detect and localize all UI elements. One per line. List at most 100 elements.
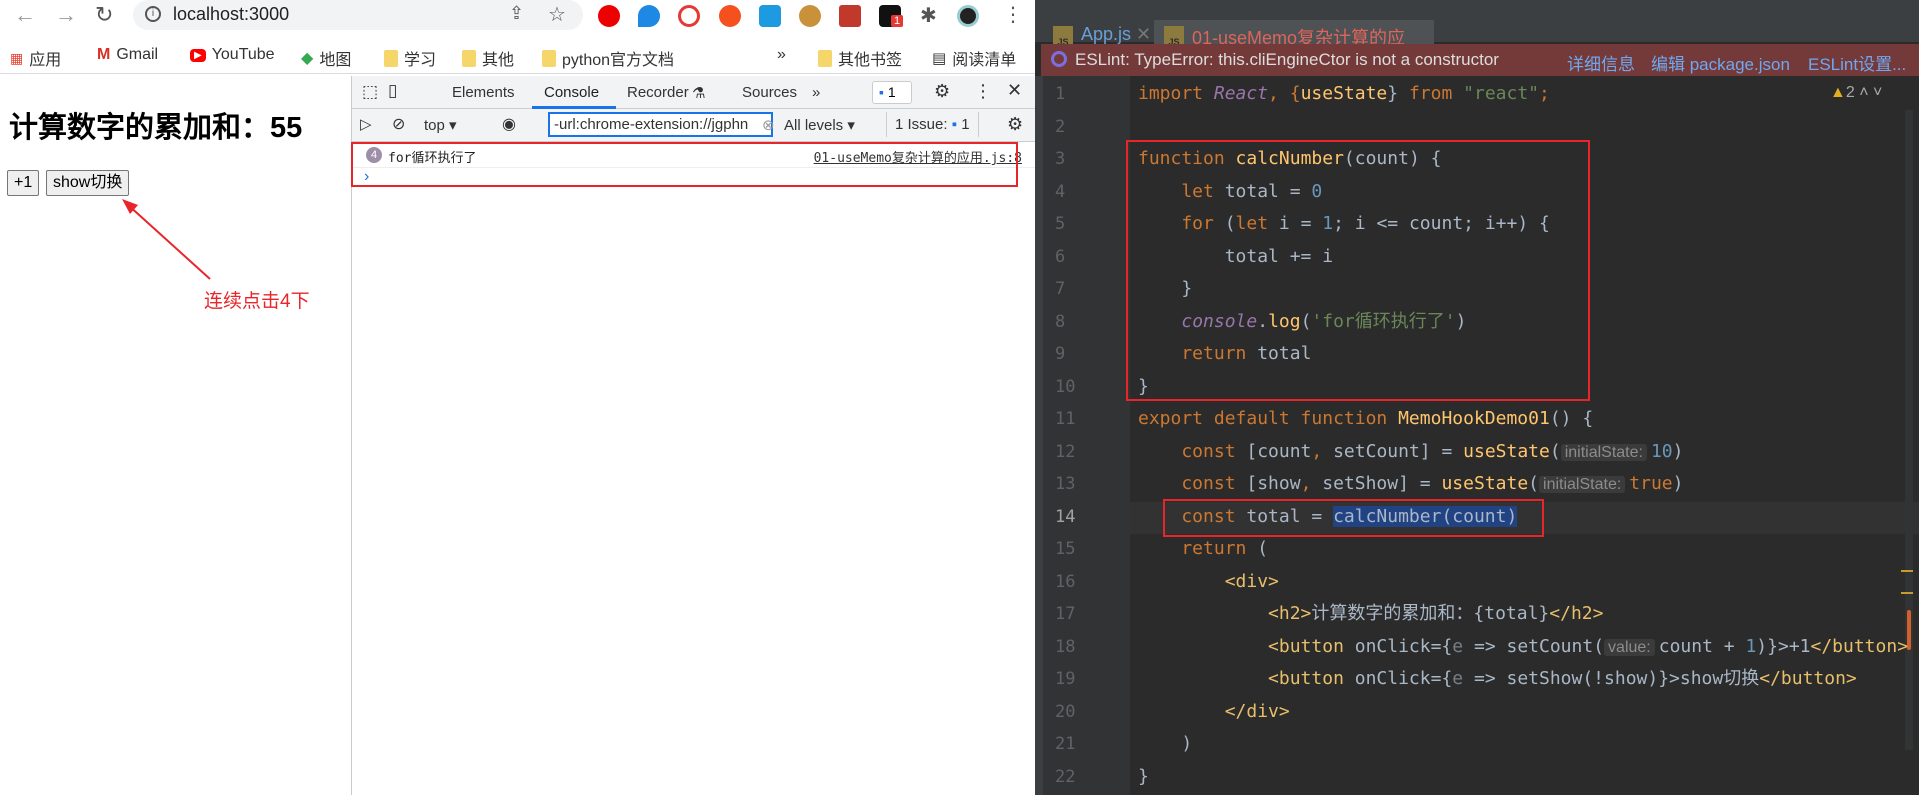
context-selector[interactable]: top ▾ [424, 116, 457, 134]
back-icon[interactable]: ← [14, 2, 36, 28]
line-number: 3 [1055, 149, 1066, 169]
code-token: i = [1278, 213, 1323, 234]
inlay-hint: initialState: [1539, 476, 1626, 493]
bookmark-maps[interactable]: ◆ 地图 [301, 46, 351, 70]
code-line[interactable]: } [1138, 761, 1149, 793]
extension-icon-hex[interactable] [759, 5, 781, 27]
messages-count: 1 [887, 84, 896, 100]
code-token: ) [1672, 440, 1684, 462]
sidebar-toggle-icon[interactable]: ▷ [360, 115, 372, 133]
settings-gear-icon[interactable]: ⚙ [934, 81, 950, 102]
code-line[interactable]: return ( [1138, 533, 1268, 565]
warnings-indicator[interactable]: ▲2 ˄ ˅ [1830, 84, 1882, 102]
increment-button[interactable]: +1 [7, 170, 40, 196]
bookmark-folder-other[interactable]: 其他 [462, 46, 514, 70]
code-token: </button> [1810, 635, 1909, 657]
extension-icon-pin[interactable] [638, 5, 660, 27]
puzzle-icon[interactable]: ✱ [920, 3, 937, 28]
issues-button[interactable]: 1 Issue: ▪ 1 [886, 112, 979, 137]
code-line[interactable]: import React, {useState} from "react"; [1138, 78, 1550, 110]
code-line[interactable]: function calcNumber(count) { [1138, 143, 1441, 175]
bookmark-label: YouTube [211, 46, 275, 63]
bookmark-youtube[interactable]: ▶ YouTube [190, 46, 275, 64]
inspect-element-icon[interactable]: ⬚ [362, 82, 378, 102]
extension-icon-badge[interactable]: 1 [879, 5, 904, 27]
inlay-hint: value: [1604, 638, 1655, 656]
code-token: setCount] = [1333, 440, 1464, 462]
code-token: ) [1455, 310, 1467, 332]
bookmark-folder-other-bookmarks[interactable]: 其他书签 [818, 46, 902, 70]
more-tabs-button[interactable]: » [812, 84, 820, 101]
line-number: 20 [1055, 701, 1076, 722]
info-icon[interactable]: i [145, 6, 161, 22]
code-token: () { [1549, 408, 1594, 429]
code-line[interactable]: let total = 0 [1138, 176, 1322, 208]
extension-icon-play[interactable] [678, 5, 700, 27]
console-settings-icon[interactable]: ⚙ [1007, 114, 1023, 135]
menu-kebab-icon[interactable]: ⋮ [1003, 2, 1023, 27]
tab-recorder[interactable]: Recorder [627, 84, 689, 101]
more-options-icon[interactable]: ⋮ [974, 81, 992, 102]
extension-icon-stop[interactable] [598, 5, 620, 27]
clear-filter-icon[interactable]: ⊗ [762, 116, 775, 134]
code-token: count + [1658, 635, 1746, 657]
line-number: 1 [1055, 84, 1066, 104]
profile-avatar[interactable] [957, 5, 979, 27]
eslint-details-link[interactable]: 详细信息 [1567, 50, 1635, 75]
extension-icon-react[interactable] [839, 5, 861, 27]
tab-elements[interactable]: Elements [452, 84, 515, 101]
code-line[interactable]: </div> [1138, 696, 1290, 728]
code-line[interactable]: const [show, setShow] = useState(initial… [1138, 468, 1683, 500]
code-line[interactable]: <h2>计算数字的累加和：{total}</h2> [1138, 598, 1603, 630]
bookmark-folder-python[interactable]: python官方文档 [542, 46, 674, 70]
device-toolbar-icon[interactable]: ▯ [388, 81, 397, 101]
code-line[interactable]: ) [1138, 728, 1192, 760]
messages-badge[interactable]: ▪ 1 [872, 81, 912, 104]
code-token: e [1452, 635, 1464, 657]
extension-icon-infinity[interactable] [719, 5, 741, 27]
console-filter-input[interactable]: -url:chrome-extension://jgphn [548, 112, 773, 137]
reload-icon[interactable]: ↻ [95, 2, 113, 28]
context-label: top [424, 117, 445, 134]
code-token: )} [1756, 635, 1778, 657]
line-number: 18 [1055, 636, 1076, 657]
eslint-edit-package-link[interactable]: 编辑 package.json [1651, 50, 1790, 75]
forward-icon[interactable]: → [55, 2, 77, 28]
clear-console-icon[interactable]: ⊘ [392, 114, 405, 134]
reading-list[interactable]: ▤ 阅读清单 [932, 46, 1016, 70]
share-icon[interactable]: ⇪ [509, 3, 524, 24]
code-line[interactable]: } [1138, 273, 1192, 305]
code-line[interactable]: const [count, setCount] = useState(initi… [1138, 436, 1683, 468]
eslint-settings-link[interactable]: ESLint设置... [1808, 50, 1906, 75]
bookmark-apps[interactable]: ▦ 应用 [10, 46, 61, 70]
code-line[interactable]: const total = calcNumber(count) [1138, 501, 1518, 533]
annotation-text: 连续点击4下 [204, 291, 310, 312]
close-tab-icon[interactable]: ✕ [1136, 24, 1151, 44]
extension-icon-cookie[interactable] [799, 5, 821, 27]
code-line[interactable]: for (let i = 1; i <= count; i++) { [1138, 208, 1550, 240]
code-line[interactable]: <div> [1138, 566, 1279, 598]
code-token: ( [1257, 538, 1269, 559]
line-number: 9 [1055, 344, 1066, 364]
code-line[interactable]: export default function MemoHookDemo01()… [1138, 403, 1593, 435]
code-line[interactable]: <button onClick={e => setCount(value: cou… [1138, 631, 1908, 663]
code-line[interactable]: total += i [1138, 241, 1333, 273]
code-token: ( [1528, 473, 1540, 494]
tab-console[interactable]: Console [544, 84, 599, 101]
code-line[interactable]: <button onClick={e => setShow(!show)}>sh… [1138, 663, 1857, 695]
url-text[interactable]: localhost:3000 [173, 4, 289, 25]
address-bar[interactable]: i localhost:3000 ⇪ ☆ [133, 0, 583, 30]
bookmark-star-icon[interactable]: ☆ [548, 2, 566, 27]
code-line[interactable]: console.log('for循环执行了') [1138, 306, 1466, 338]
log-levels-dropdown[interactable]: All levels ▾ [784, 116, 855, 134]
code-line[interactable]: return total [1138, 338, 1311, 370]
tab-sources[interactable]: Sources [742, 84, 797, 101]
close-devtools-icon[interactable]: ✕ [1007, 80, 1022, 101]
code-line[interactable]: } [1138, 371, 1149, 403]
code-token: => [1463, 635, 1507, 657]
bookmarks-overflow[interactable]: » [777, 46, 786, 64]
bookmark-gmail[interactable]: M Gmail [97, 46, 158, 64]
code-token: } [1138, 278, 1193, 299]
live-expression-eye-icon[interactable]: ◉ [502, 114, 516, 134]
bookmark-folder-study[interactable]: 学习 [384, 46, 436, 70]
